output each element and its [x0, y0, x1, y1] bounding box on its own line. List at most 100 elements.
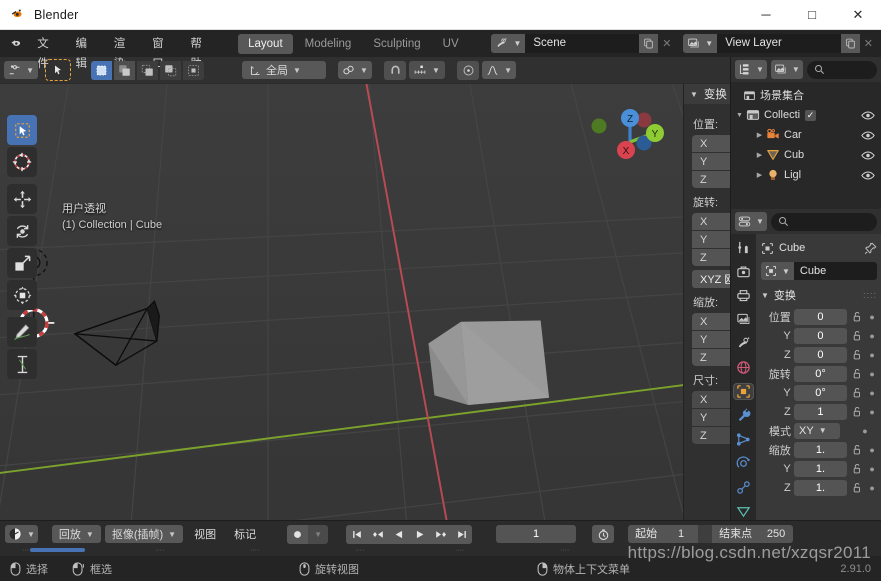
play-reverse-button[interactable] [388, 524, 410, 544]
scene-datablock[interactable]: ▼ Scene ✕ [491, 34, 675, 53]
view-layer-icon[interactable]: ▼ [683, 34, 718, 53]
view-layer-tab-icon[interactable] [733, 311, 754, 328]
collection-checkbox[interactable]: ✓ [805, 109, 817, 121]
animate-property-dot[interactable]: ● [867, 331, 877, 341]
prop-value[interactable]: 0 [793, 308, 848, 325]
move-tool-button[interactable] [7, 184, 37, 214]
lock-open-icon[interactable] [850, 330, 864, 342]
proportional-edit-icon[interactable] [457, 60, 479, 80]
outliner-filter-dropdown[interactable]: ▼ [770, 60, 803, 79]
transform-tool-button[interactable] [7, 280, 37, 310]
expand-triangle-icon[interactable]: ▶ [753, 151, 766, 159]
select-invert-button[interactable] [160, 60, 181, 80]
lock-open-icon[interactable] [850, 349, 864, 361]
unlink-scene-button[interactable]: ✕ [658, 34, 675, 53]
view-layer-datablock[interactable]: ▼ View Layer ✕ [683, 34, 877, 53]
object-name-field[interactable]: ▼ Cube [761, 262, 877, 280]
timeline-menu-keying[interactable]: 抠像(插帧) ▼ [104, 525, 184, 543]
next-keyframe-button[interactable] [430, 524, 452, 544]
object-tab-icon[interactable] [733, 383, 754, 400]
animate-property-dot[interactable]: ● [867, 407, 877, 417]
lock-open-icon[interactable] [850, 463, 864, 475]
timeline-menu-playback[interactable]: 回放 ▼ [51, 525, 101, 543]
tool-tab-icon[interactable] [733, 239, 754, 256]
cursor-tool-button[interactable] [7, 147, 37, 177]
visibility-eye-icon[interactable] [861, 170, 875, 181]
lock-open-icon[interactable] [850, 368, 864, 380]
outliner-row-scene-collection[interactable]: 场景集合 [731, 85, 881, 105]
particles-tab-icon[interactable] [733, 431, 754, 448]
lock-open-icon[interactable] [850, 482, 864, 494]
object-datablock-icon[interactable]: ▼ [761, 262, 794, 280]
expand-triangle-icon[interactable]: ▶ [753, 171, 766, 179]
lock-open-icon[interactable] [850, 406, 864, 418]
prop-value[interactable]: 0 [793, 327, 848, 344]
modifier-tab-icon[interactable] [733, 407, 754, 424]
close-button[interactable]: ✕ [835, 0, 881, 30]
select-extend-button[interactable] [114, 60, 135, 80]
timeline-editor-type-dropdown[interactable]: ▼ [5, 525, 38, 543]
remove-view-layer-button[interactable]: ✕ [860, 34, 877, 53]
properties-transform-panel-header[interactable]: ▼ 变换 :::: [761, 286, 877, 304]
outliner-row-cube[interactable]: ▶ Cub [731, 145, 881, 165]
play-button[interactable] [409, 524, 431, 544]
use-preview-range-icon[interactable] [592, 525, 615, 543]
properties-search-input[interactable] [770, 212, 877, 231]
output-tab-icon[interactable] [733, 287, 754, 304]
select-subtract-button[interactable] [137, 60, 158, 80]
scene-icon[interactable]: ▼ [491, 34, 526, 53]
outliner-row-camera[interactable]: ▶ Car [731, 125, 881, 145]
animate-property-dot[interactable]: ● [867, 312, 877, 322]
scene-tab-icon[interactable] [733, 335, 754, 352]
lock-open-icon[interactable] [850, 387, 864, 399]
properties-editor-type-dropdown[interactable]: ▼ [735, 212, 767, 231]
menu-render[interactable]: 渲染 [106, 34, 144, 70]
lock-open-icon[interactable] [850, 444, 864, 456]
transform-orientation-dropdown[interactable]: 全局 ▼ [242, 61, 326, 79]
pin-icon[interactable] [864, 242, 877, 255]
expand-triangle-icon[interactable]: ▶ [753, 131, 766, 139]
timeline-scrub-strip[interactable]: ···· ···· ···· ···· ···· ···· ···· ···· [0, 547, 881, 556]
jump-to-end-button[interactable] [451, 524, 473, 544]
select-set-button[interactable] [91, 60, 112, 80]
workspace-tab-sculpting[interactable]: Sculpting [363, 34, 430, 54]
prop-value[interactable]: 1 [793, 403, 848, 420]
menu-file[interactable]: 文件 [29, 34, 67, 70]
pivot-point-dropdown[interactable]: ▼ [338, 61, 372, 79]
jump-to-start-button[interactable] [346, 524, 368, 544]
expand-triangle-icon[interactable]: ▼ [733, 112, 746, 119]
prop-value[interactable]: 0° [793, 365, 848, 382]
new-scene-button[interactable] [639, 34, 659, 53]
menu-help[interactable]: 帮助 [182, 34, 220, 70]
snap-to-dropdown[interactable]: ▼ [409, 61, 445, 79]
prop-value[interactable]: 1. [793, 441, 848, 458]
current-frame-field[interactable]: 1 [496, 525, 577, 543]
outliner-search-input[interactable] [806, 60, 877, 79]
auto-keying-record-icon[interactable] [287, 524, 309, 544]
animate-property-dot[interactable]: ● [860, 426, 870, 436]
workspace-tab-modeling[interactable]: Modeling [295, 34, 362, 54]
physics-tab-icon[interactable] [733, 455, 754, 472]
end-frame-value[interactable]: 250 [759, 525, 793, 543]
tweak-tool-button[interactable] [7, 115, 37, 145]
prop-value[interactable]: 1. [793, 460, 848, 477]
active-tool-button[interactable] [45, 59, 71, 81]
render-tab-icon[interactable] [733, 263, 754, 280]
outliner-row-collection[interactable]: ▼ Collecti ✓ [731, 105, 881, 125]
new-view-layer-button[interactable] [840, 34, 860, 53]
visibility-eye-icon[interactable] [861, 130, 875, 141]
lock-open-icon[interactable] [850, 311, 864, 323]
prop-value[interactable]: 0 [793, 346, 848, 363]
constraint-tab-icon[interactable] [733, 479, 754, 496]
prop-value[interactable]: 1. [793, 479, 848, 496]
view-layer-name[interactable]: View Layer [717, 34, 841, 53]
scale-tool-button[interactable] [7, 248, 37, 278]
auto-keying-dropdown[interactable]: ▼ [308, 524, 329, 544]
start-frame-value[interactable]: 1 [664, 525, 698, 543]
snap-magnet-icon[interactable] [384, 60, 406, 80]
animate-property-dot[interactable]: ● [867, 464, 877, 474]
panel-expand-triangle-icon[interactable]: ▼ [690, 90, 698, 99]
animate-property-dot[interactable]: ● [867, 483, 877, 493]
visibility-eye-icon[interactable] [861, 150, 875, 161]
previous-keyframe-button[interactable] [367, 524, 389, 544]
